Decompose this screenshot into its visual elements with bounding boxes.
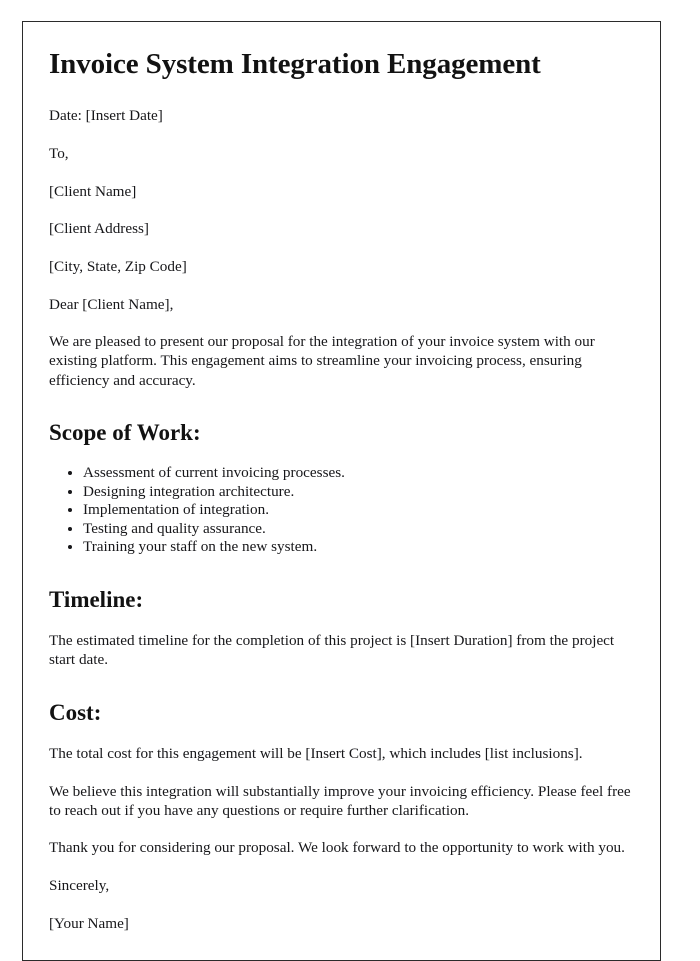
page-title: Invoice System Integration Engagement: [49, 48, 541, 80]
list-item: Training your staff on the new system.: [83, 538, 646, 557]
cost-paragraph: The total cost for this engagement will …: [49, 745, 583, 763]
sign-off: Sincerely,: [49, 877, 110, 895]
recipient-to-label: To,: [49, 145, 69, 163]
section-heading-cost: Cost:: [49, 699, 102, 725]
section-heading-timeline: Timeline:: [49, 586, 144, 612]
document-body: Invoice System Integration Engagement Da…: [23, 22, 660, 933]
salutation: Dear [Client Name],: [49, 295, 174, 313]
list-item: Implementation of integration.: [83, 501, 646, 520]
list-item: Designing integration architecture.: [83, 483, 646, 502]
sender-name: [Your Name]: [49, 914, 129, 932]
recipient-client-name: [Client Name]: [49, 182, 137, 200]
intro-paragraph: We are pleased to present our proposal f…: [49, 333, 595, 389]
section-heading-scope-of-work: Scope of Work:: [49, 419, 201, 445]
recipient-city-state-zip: [City, State, Zip Code]: [49, 258, 187, 276]
list-item: Assessment of current invoicing processe…: [83, 464, 646, 483]
recipient-client-address: [Client Address]: [49, 220, 149, 238]
thanks-paragraph: Thank you for considering our proposal. …: [49, 839, 625, 857]
scope-of-work-list: Assessment of current invoicing processe…: [49, 464, 646, 557]
timeline-paragraph: The estimated timeline for the completio…: [49, 632, 615, 669]
date-line: Date: [Insert Date]: [49, 107, 163, 125]
list-item: Testing and quality assurance.: [83, 520, 646, 539]
document-page: Invoice System Integration Engagement Da…: [22, 21, 661, 961]
benefit-paragraph: We believe this integration will substan…: [49, 782, 631, 819]
